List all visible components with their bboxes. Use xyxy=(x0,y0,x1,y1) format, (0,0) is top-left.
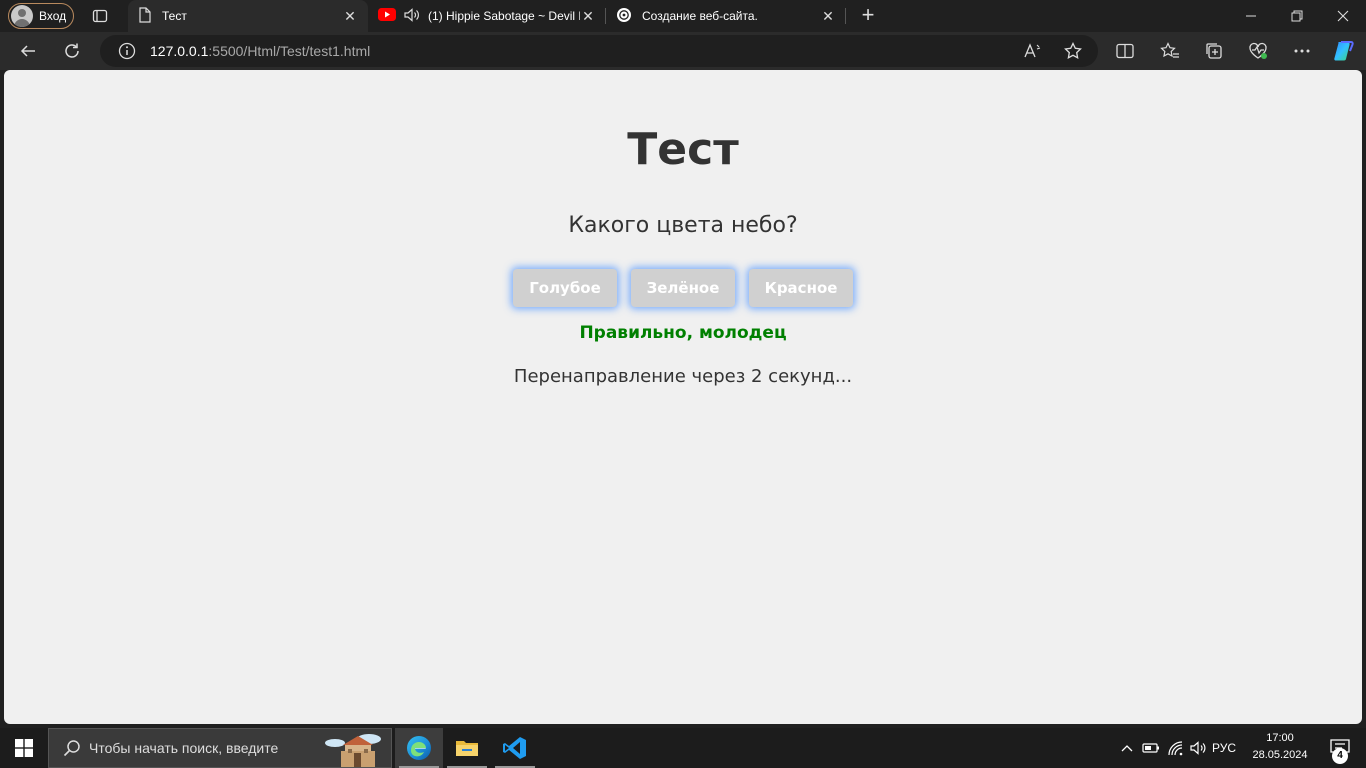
browser-essentials-icon[interactable] xyxy=(1243,36,1273,66)
tab-strip: Вход Тест ✕ (1) Hippie Sabotage ~ Devil … xyxy=(0,0,1366,32)
notification-count-badge: 4 xyxy=(1332,748,1348,764)
show-hidden-icons[interactable] xyxy=(1117,728,1137,768)
answer-button-green[interactable]: Зелёное xyxy=(631,269,735,307)
volume-icon[interactable] xyxy=(1189,728,1209,768)
url-host: 127.0.0.1 xyxy=(150,43,209,59)
search-highlight-illustration xyxy=(325,734,381,767)
favorites-icon[interactable] xyxy=(1155,36,1185,66)
search-icon xyxy=(63,739,81,757)
wifi-icon[interactable] xyxy=(1166,728,1186,768)
tab-youtube[interactable]: (1) Hippie Sabotage ~ Devil Eyes ✕ xyxy=(368,0,606,32)
youtube-icon xyxy=(378,8,396,24)
url-path: :5500/Html/Test/test1.html xyxy=(208,43,371,59)
windows-icon xyxy=(15,739,33,757)
tab-actions-icon[interactable] xyxy=(86,6,114,26)
split-screen-icon[interactable] xyxy=(1110,36,1140,66)
new-tab-button[interactable]: + xyxy=(856,4,880,28)
restore-button[interactable] xyxy=(1274,0,1320,32)
chatgpt-icon xyxy=(616,7,632,26)
taskbar-search[interactable]: Чтобы начать поиск, введите xyxy=(48,728,392,768)
browser-toolbar: 127.0.0.1:5500/Html/Test/test1.html xyxy=(0,32,1366,70)
page-viewport: Тест Какого цвета небо? Голубое Зелёное … xyxy=(4,70,1362,724)
close-tab-icon[interactable]: ✕ xyxy=(820,8,836,25)
answer-buttons: Голубое Зелёное Красное xyxy=(4,269,1362,307)
clock-time: 17:00 xyxy=(1266,732,1294,744)
input-language[interactable]: РУС xyxy=(1212,728,1236,768)
answer-button-blue[interactable]: Голубое xyxy=(513,269,617,307)
site-info-icon[interactable] xyxy=(118,42,136,60)
tab-separator xyxy=(845,8,846,24)
taskbar-file-explorer[interactable] xyxy=(443,728,491,768)
address-bar[interactable]: 127.0.0.1:5500/Html/Test/test1.html xyxy=(100,35,1098,67)
close-tab-icon[interactable]: ✕ xyxy=(580,8,596,25)
clock[interactable]: 17:00 28.05.2024 xyxy=(1246,730,1314,764)
taskbar-edge[interactable] xyxy=(395,728,443,768)
tab-title: (1) Hippie Sabotage ~ Devil Eyes xyxy=(428,9,580,23)
minimize-button[interactable] xyxy=(1228,0,1274,32)
tab-title: Создание веб-сайта. xyxy=(642,9,758,23)
close-tab-icon[interactable]: ✕ xyxy=(342,8,358,25)
answer-button-red[interactable]: Красное xyxy=(749,269,853,307)
battery-icon[interactable] xyxy=(1141,728,1161,768)
feedback-message: Правильно, молодец xyxy=(579,323,787,343)
tab-title: Тест xyxy=(162,9,187,23)
avatar xyxy=(11,5,33,27)
tab-chatgpt[interactable]: Создание веб-сайта. ✕ xyxy=(606,0,846,32)
tab-test[interactable]: Тест ✕ xyxy=(128,0,368,32)
page-title: Тест xyxy=(627,124,739,175)
vscode-icon xyxy=(503,737,526,759)
refresh-button[interactable] xyxy=(57,36,87,66)
profile-button[interactable]: Вход xyxy=(8,3,74,29)
back-button[interactable] xyxy=(13,36,43,66)
read-aloud-icon[interactable] xyxy=(1020,38,1046,64)
more-options-icon[interactable] xyxy=(1287,36,1317,66)
question-text: Какого цвета небо? xyxy=(568,213,798,238)
taskbar: Чтобы начать поиск, введите РУС 17:00 28… xyxy=(0,728,1366,768)
redirect-message: Перенаправление через 2 секунд... xyxy=(513,366,853,387)
clock-date: 28.05.2024 xyxy=(1252,749,1308,761)
page-icon xyxy=(138,6,152,26)
taskbar-vscode[interactable] xyxy=(491,728,539,768)
favorite-star-icon[interactable] xyxy=(1060,38,1086,64)
speaker-icon[interactable] xyxy=(404,7,420,25)
edge-icon xyxy=(407,736,431,760)
copilot-icon[interactable] xyxy=(1329,36,1359,66)
close-window-button[interactable] xyxy=(1320,0,1366,32)
start-button[interactable] xyxy=(0,728,48,768)
file-explorer-icon xyxy=(456,741,478,756)
profile-label: Вход xyxy=(39,9,67,23)
search-placeholder: Чтобы начать поиск, введите xyxy=(89,740,279,756)
collections-icon[interactable] xyxy=(1199,36,1229,66)
